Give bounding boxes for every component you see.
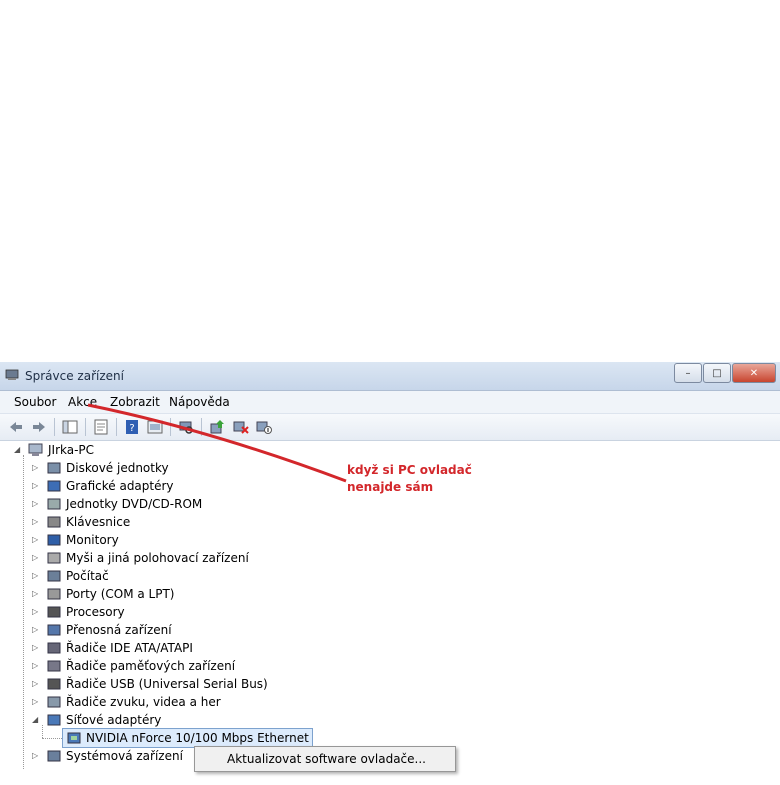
tree-item-label: Jednotky DVD/CD-ROM bbox=[66, 497, 203, 511]
tree-item-usb[interactable]: ▷ Řadiče USB (Universal Serial Bus) bbox=[32, 675, 268, 693]
action-view-icon[interactable] bbox=[147, 419, 163, 435]
expand-toggle-icon[interactable]: ▷ bbox=[32, 751, 38, 760]
annotation-line-2: nenajde sám bbox=[347, 480, 434, 494]
expand-toggle-icon[interactable]: ▷ bbox=[32, 571, 38, 580]
expand-toggle-icon[interactable]: ▷ bbox=[32, 661, 38, 670]
context-menu: Aktualizovat software ovladače... bbox=[194, 746, 456, 772]
title-bar[interactable]: Správce zařízení – □ ✕ bbox=[0, 362, 780, 391]
toolbar: ? bbox=[0, 414, 780, 441]
menu-akce[interactable]: Akce bbox=[68, 395, 97, 409]
tree-item-label: Řadiče paměťových zařízení bbox=[66, 659, 236, 673]
keyboard-icon bbox=[47, 516, 61, 528]
tree-item-computer[interactable]: ▷ Počítač bbox=[32, 567, 109, 585]
tree-item-label: Řadiče zvuku, videa a her bbox=[66, 695, 221, 709]
tree-item-network-adapter[interactable]: ◢ Síťové adaptéry bbox=[32, 711, 161, 729]
tree-root[interactable]: ◢ JIrka-PC bbox=[14, 441, 94, 459]
menu-soubor[interactable]: Soubor bbox=[14, 395, 56, 409]
computer-icon bbox=[47, 570, 61, 582]
properties-icon[interactable] bbox=[93, 419, 109, 435]
forward-arrow-icon[interactable] bbox=[31, 419, 47, 435]
mouse-icon bbox=[47, 552, 61, 564]
expand-toggle-icon[interactable]: ▷ bbox=[32, 589, 38, 598]
tree-item-port[interactable]: ▷ Porty (COM a LPT) bbox=[32, 585, 174, 603]
menu-napoveda[interactable]: Nápověda bbox=[169, 395, 230, 409]
network-adapter-icon bbox=[47, 714, 61, 726]
tree-item-label: Přenosná zařízení bbox=[66, 623, 172, 637]
tree-item-processor[interactable]: ▷ Procesory bbox=[32, 603, 125, 621]
expand-toggle-icon[interactable]: ▷ bbox=[32, 481, 38, 490]
expand-toggle-icon[interactable]: ▷ bbox=[32, 607, 38, 616]
update-driver-icon[interactable] bbox=[209, 419, 225, 435]
tree-item-sound[interactable]: ▷ Řadiče zvuku, videa a her bbox=[32, 693, 221, 711]
tree-item-monitor[interactable]: ▷ Monitory bbox=[32, 531, 119, 549]
menu-bar: Soubor Akce Zobrazit Nápověda bbox=[0, 391, 780, 414]
port-icon bbox=[47, 588, 61, 600]
tree-item-label: Grafické adaptéry bbox=[66, 479, 174, 493]
show-hide-console-tree-icon[interactable] bbox=[62, 419, 78, 435]
uninstall-device-icon[interactable] bbox=[233, 419, 249, 435]
tree-item-mouse[interactable]: ▷ Myši a jiná polohovací zařízení bbox=[32, 549, 249, 567]
tree-item-label: NVIDIA nForce 10/100 Mbps Ethernet bbox=[86, 731, 309, 745]
tree-item-label: Síťové adaptéry bbox=[66, 713, 162, 727]
help-icon[interactable]: ? bbox=[124, 419, 140, 435]
sound-icon bbox=[47, 696, 61, 708]
computer-icon bbox=[28, 443, 43, 456]
expand-toggle-icon[interactable]: ▷ bbox=[32, 553, 38, 562]
maximize-button[interactable]: □ bbox=[703, 363, 731, 383]
tree-item-ide-controller[interactable]: ▷ Řadiče IDE ATA/ATAPI bbox=[32, 639, 193, 657]
tree-item-label: Diskové jednotky bbox=[66, 461, 169, 475]
tree-item-storage-controller[interactable]: ▷ Řadiče paměťových zařízení bbox=[32, 657, 235, 675]
disable-device-icon[interactable] bbox=[256, 419, 272, 435]
tree-item-label: Monitory bbox=[66, 533, 119, 547]
expand-toggle-icon[interactable]: ▷ bbox=[32, 535, 38, 544]
svg-text:?: ? bbox=[129, 423, 134, 434]
monitor-icon bbox=[47, 534, 61, 546]
tree-item-label: Myši a jiná polohovací zařízení bbox=[66, 551, 249, 565]
window-title: Správce zařízení bbox=[25, 369, 124, 383]
device-manager-window: Správce zařízení – □ ✕ Soubor Akce Zobra… bbox=[0, 362, 780, 770]
menu-zobrazit[interactable]: Zobrazit bbox=[110, 395, 160, 409]
tree-item-label: Porty (COM a LPT) bbox=[66, 587, 175, 601]
context-menu-update-driver[interactable]: Aktualizovat software ovladače... bbox=[227, 752, 426, 766]
tree-item-disk[interactable]: ▷ Diskové jednotky bbox=[32, 459, 169, 477]
device-manager-app-icon bbox=[5, 369, 19, 380]
annotation-line-1: když si PC ovladač bbox=[347, 463, 472, 477]
expand-toggle-icon[interactable]: ▷ bbox=[32, 463, 38, 472]
expand-toggle-icon[interactable]: ▷ bbox=[32, 625, 38, 634]
expand-toggle-icon[interactable]: ▷ bbox=[32, 643, 38, 652]
back-arrow-icon[interactable] bbox=[8, 419, 24, 435]
tree-root-label: JIrka-PC bbox=[48, 443, 95, 457]
annotation-text: když si PC ovladač nenajde sám bbox=[347, 462, 472, 496]
system-device-icon bbox=[47, 750, 61, 762]
tree-item-label: Klávesnice bbox=[66, 515, 131, 529]
ide-controller-icon bbox=[47, 642, 61, 654]
portable-device-icon bbox=[47, 624, 61, 636]
network-card-icon bbox=[67, 732, 81, 744]
processor-icon bbox=[47, 606, 61, 618]
tree-item-display-adapter[interactable]: ▷ Grafické adaptéry bbox=[32, 477, 174, 495]
expand-toggle-icon[interactable]: ▷ bbox=[32, 517, 38, 526]
expand-toggle-icon[interactable]: ◢ bbox=[32, 715, 38, 724]
tree-item-label: Počítač bbox=[66, 569, 109, 583]
disk-icon bbox=[47, 462, 61, 474]
tree-item-dvd[interactable]: ▷ Jednotky DVD/CD-ROM bbox=[32, 495, 202, 513]
tree-item-label: Řadiče IDE ATA/ATAPI bbox=[66, 641, 193, 655]
tree-item-system-device[interactable]: ▷ Systémová zařízení bbox=[32, 747, 183, 765]
tree-item-label: Řadiče USB (Universal Serial Bus) bbox=[66, 677, 268, 691]
display-adapter-icon bbox=[47, 480, 61, 492]
minimize-button[interactable]: – bbox=[674, 363, 702, 383]
dvd-icon bbox=[47, 498, 61, 510]
expand-toggle-icon[interactable]: ▷ bbox=[32, 499, 38, 508]
tree-item-label: Systémová zařízení bbox=[66, 749, 183, 763]
tree-item-portable-device[interactable]: ▷ Přenosná zařízení bbox=[32, 621, 172, 639]
scan-hardware-icon[interactable] bbox=[178, 419, 194, 435]
usb-icon bbox=[47, 678, 61, 690]
expand-toggle-icon[interactable]: ▷ bbox=[32, 679, 38, 688]
tree-item-label: Procesory bbox=[66, 605, 125, 619]
storage-controller-icon bbox=[47, 660, 61, 672]
tree-item-keyboard[interactable]: ▷ Klávesnice bbox=[32, 513, 130, 531]
tree-item-nvidia-ethernet[interactable]: NVIDIA nForce 10/100 Mbps Ethernet bbox=[62, 728, 313, 748]
close-button[interactable]: ✕ bbox=[732, 363, 776, 383]
expand-toggle-icon[interactable]: ▷ bbox=[32, 697, 38, 706]
